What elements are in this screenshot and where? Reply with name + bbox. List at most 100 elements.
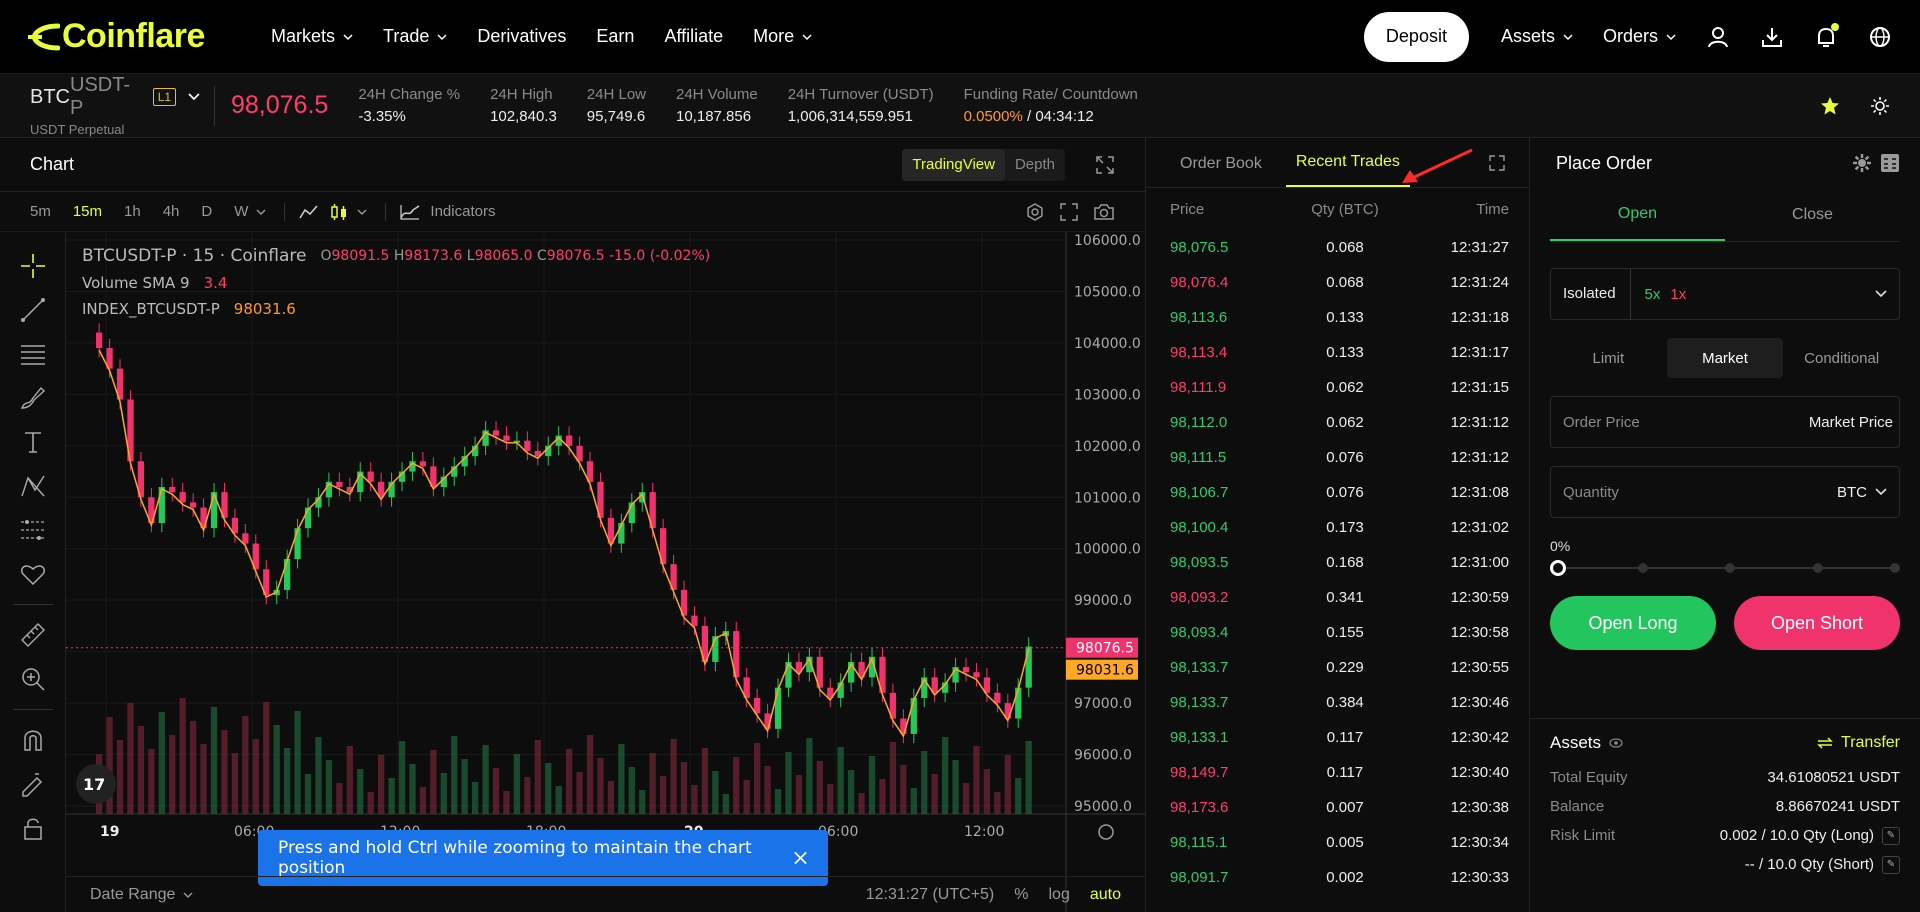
edit-icon[interactable]: ✎	[1882, 855, 1900, 874]
eye-icon[interactable]	[1609, 738, 1623, 748]
tf-5m[interactable]: 5m	[30, 203, 51, 220]
lock-icon[interactable]	[16, 811, 50, 845]
magnet-icon[interactable]	[16, 723, 50, 757]
deposit-button[interactable]: Deposit	[1363, 11, 1469, 62]
trade-row[interactable]: 98,093.2 0.341 12:30:59	[1146, 580, 1529, 615]
close-icon[interactable]	[793, 850, 808, 866]
trade-row[interactable]: 98,076.5 0.068 12:31:27	[1146, 230, 1529, 265]
margin-mode-select[interactable]: Isolated 5x 1x	[1550, 268, 1900, 320]
tab-limit[interactable]: Limit	[1550, 338, 1667, 378]
tab-close[interactable]: Close	[1725, 188, 1900, 241]
price-chart[interactable]: 106000.0 105000.0 104000.0 103000.0 102000.0…	[66, 232, 1146, 912]
indicators-icon[interactable]	[400, 204, 420, 220]
gear-icon[interactable]	[1852, 153, 1872, 173]
line-chart-icon[interactable]	[299, 204, 319, 220]
trade-row[interactable]: 98,100.4 0.173 12:31:02	[1146, 510, 1529, 545]
pair-selector[interactable]: BTC USDT-P L1 USDT Perpetual	[30, 74, 200, 137]
lock-pencil-icon[interactable]	[16, 767, 50, 801]
trade-row[interactable]: 98,106.7 0.076 12:31:08	[1146, 475, 1529, 510]
date-range-button[interactable]: Date Range	[90, 886, 175, 904]
open-short-button[interactable]: Open Short	[1734, 596, 1900, 650]
fullscreen-icon[interactable]	[1059, 202, 1079, 222]
chevron-down-icon[interactable]	[256, 208, 266, 216]
pattern-icon[interactable]	[16, 469, 50, 503]
slider-step[interactable]	[1725, 563, 1735, 573]
open-long-button[interactable]: Open Long	[1550, 596, 1716, 650]
nav-orders[interactable]: Orders	[1603, 26, 1676, 47]
trade-row[interactable]: 98,133.7 0.384 12:30:46	[1146, 685, 1529, 720]
nav-trade[interactable]: Trade	[383, 26, 447, 47]
tab-recent-trades[interactable]: Recent Trades	[1285, 153, 1410, 187]
horizontal-lines-icon[interactable]	[16, 337, 50, 371]
camera-icon[interactable]	[1093, 202, 1115, 222]
trade-row[interactable]: 98,093.5 0.168 12:31:00	[1146, 545, 1529, 580]
trade-row[interactable]: 98,113.4 0.133 12:31:17	[1146, 335, 1529, 370]
trade-row[interactable]: 98,111.5 0.076 12:31:12	[1146, 440, 1529, 475]
trade-row[interactable]: 98,133.1 0.117 12:30:42	[1146, 720, 1529, 755]
bell-icon[interactable]	[1814, 22, 1839, 49]
nav-markets[interactable]: Markets	[271, 26, 353, 47]
chevron-down-icon[interactable]	[183, 891, 193, 899]
ruler-icon[interactable]	[16, 618, 50, 652]
tab-open[interactable]: Open	[1550, 188, 1725, 241]
nav-earn[interactable]: Earn	[596, 26, 634, 47]
chevron-down-icon[interactable]	[1875, 488, 1887, 496]
trade-row[interactable]: 98,091.7 0.002 12:30:33	[1146, 860, 1529, 895]
tab-conditional[interactable]: Conditional	[1783, 338, 1900, 378]
text-icon[interactable]	[16, 425, 50, 459]
axis-settings-icon[interactable]	[1098, 824, 1114, 840]
order-price-field[interactable]: Order Price Market Price	[1550, 396, 1900, 448]
tf-15m[interactable]: 15m	[73, 203, 102, 220]
zoom-in-icon[interactable]	[16, 662, 50, 696]
trade-row[interactable]: 98,111.9 0.062 12:31:15	[1146, 370, 1529, 405]
candles-icon[interactable]	[329, 203, 349, 221]
heart-icon[interactable]	[16, 557, 50, 591]
slider-step[interactable]	[1812, 563, 1823, 573]
tf-d[interactable]: D	[201, 203, 212, 220]
theme-sun-icon[interactable]	[1870, 96, 1890, 116]
slider-handle[interactable]	[1550, 560, 1566, 576]
nav-assets[interactable]: Assets	[1501, 26, 1573, 47]
nav-affiliate[interactable]: Affiliate	[664, 26, 723, 47]
edit-icon[interactable]: ✎	[1882, 826, 1900, 845]
quantity-unit[interactable]: BTC	[1837, 484, 1867, 501]
calculator-icon[interactable]	[1880, 153, 1900, 173]
forecast-icon[interactable]	[16, 513, 50, 547]
indicators-button[interactable]: Indicators	[430, 203, 495, 220]
user-icon[interactable]	[1706, 25, 1730, 49]
trade-row[interactable]: 98,133.7 0.229 12:30:55	[1146, 650, 1529, 685]
tf-1h[interactable]: 1h	[124, 203, 141, 220]
tab-market[interactable]: Market	[1666, 338, 1784, 378]
star-icon[interactable]	[1820, 96, 1840, 116]
expand-icon[interactable]	[1489, 155, 1505, 171]
nav-derivatives[interactable]: Derivatives	[477, 26, 566, 47]
tf-4h[interactable]: 4h	[163, 203, 180, 220]
trade-row[interactable]: 98,113.6 0.133 12:31:18	[1146, 300, 1529, 335]
slider-step[interactable]	[1890, 563, 1900, 573]
tab-tradingview[interactable]: TradingView	[902, 148, 1005, 181]
tab-depth[interactable]: Depth	[1005, 149, 1065, 181]
settings-icon[interactable]	[1025, 202, 1045, 222]
trade-row[interactable]: 98,173.6 0.007 12:30:38	[1146, 790, 1529, 825]
log-toggle[interactable]: log	[1049, 886, 1070, 904]
trade-row[interactable]: 98,149.7 0.117 12:30:40	[1146, 755, 1529, 790]
tab-order-book[interactable]: Order Book	[1170, 155, 1272, 187]
quantity-slider[interactable]: 0%	[1550, 538, 1900, 576]
percent-toggle[interactable]: %	[1014, 886, 1028, 904]
crosshair-icon[interactable]	[16, 249, 50, 283]
globe-icon[interactable]	[1868, 25, 1892, 49]
chart-canvas[interactable]: 106000.0 105000.0 104000.0 103000.0 102000.0…	[66, 232, 1146, 912]
expand-icon[interactable]	[1095, 155, 1115, 175]
brush-icon[interactable]	[16, 381, 50, 415]
trade-row[interactable]: 98,115.1 0.005 12:30:34	[1146, 825, 1529, 860]
download-icon[interactable]	[1760, 25, 1784, 49]
trade-row[interactable]: 98,076.4 0.068 12:31:24	[1146, 265, 1529, 300]
trade-row[interactable]: 98,093.4 0.155 12:30:58	[1146, 615, 1529, 650]
quantity-field[interactable]: Quantity BTC	[1550, 466, 1900, 518]
transfer-button[interactable]: Transfer	[1817, 734, 1900, 752]
nav-more[interactable]: More	[753, 26, 812, 47]
trendline-icon[interactable]	[16, 293, 50, 327]
slider-step[interactable]	[1637, 563, 1648, 573]
trade-row[interactable]: 98,112.0 0.062 12:31:12	[1146, 405, 1529, 440]
chevron-down-icon[interactable]	[357, 208, 367, 216]
